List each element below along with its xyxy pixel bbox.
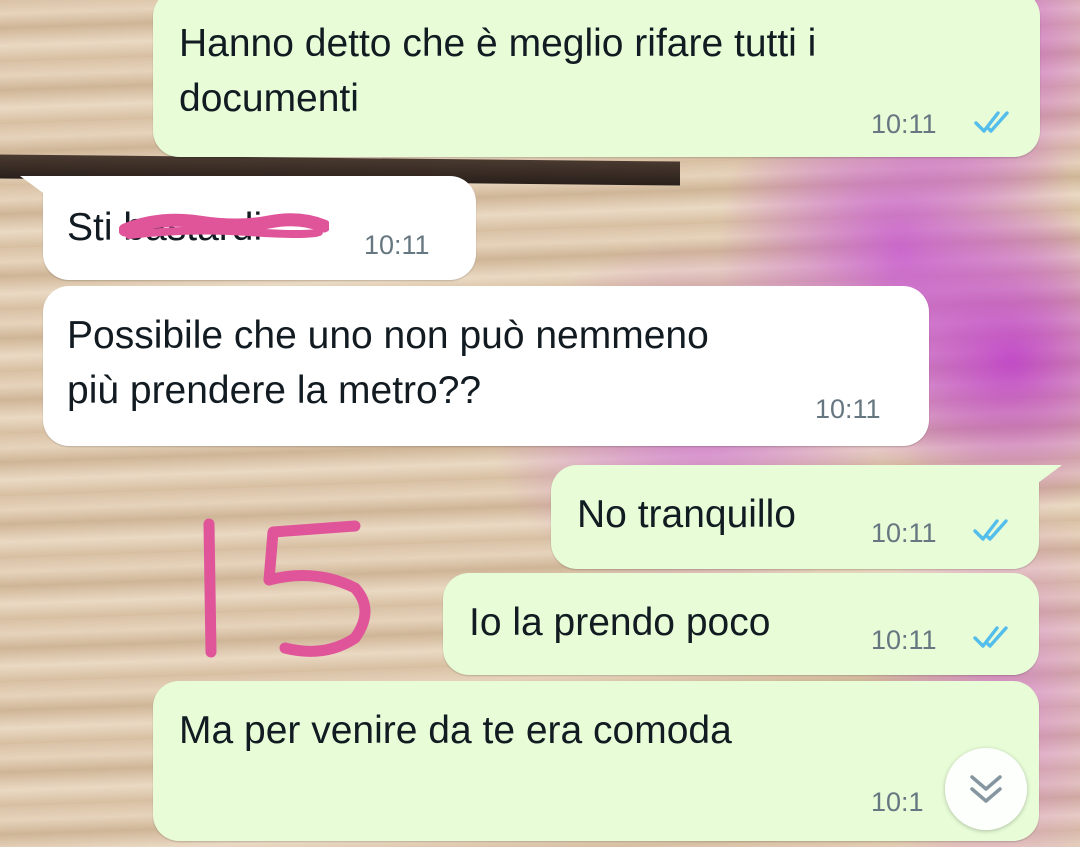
message-time: 10:11 [871,625,937,655]
message-time: 10:11 [871,518,937,548]
message-bubble-incoming[interactable]: Sti bastardi 10:11 [43,176,476,280]
message-bubble-incoming[interactable]: Possibile che uno non può nemmeno più pr… [43,286,929,446]
double-check-icon [973,519,1008,541]
double-check-icon [973,626,1008,648]
message-text: Ma per venire da te era comoda [179,709,732,752]
scroll-to-bottom-button[interactable] [945,748,1027,830]
bubble-tail-outgoing [1030,465,1062,489]
message-bubble-outgoing[interactable]: Hanno detto che è meglio rifare tutti i … [153,0,1040,157]
message-text: Possibile che uno non può nemmeno più pr… [67,314,709,412]
message-text: Io la prendo poco [469,601,771,644]
bubble-tail-incoming [20,176,50,198]
message-bubble-outgoing[interactable]: Ma per venire da te era comoda 10:1 [153,681,1039,841]
message-bubble-outgoing[interactable]: Io la prendo poco 10:11 [443,573,1039,675]
chevron-double-down-icon [970,775,1002,803]
message-time: 10:1 [871,787,924,817]
message-time: 10:11 [871,109,937,139]
handwritten-annotation-15 [203,518,371,658]
message-time: 10:11 [364,230,430,260]
message-bubble-outgoing[interactable]: No tranquillo 10:11 [551,465,1039,569]
double-check-icon [974,111,1009,133]
message-text: No tranquillo [577,493,796,536]
redaction-scribble [119,213,329,239]
message-time: 10:11 [815,394,881,424]
